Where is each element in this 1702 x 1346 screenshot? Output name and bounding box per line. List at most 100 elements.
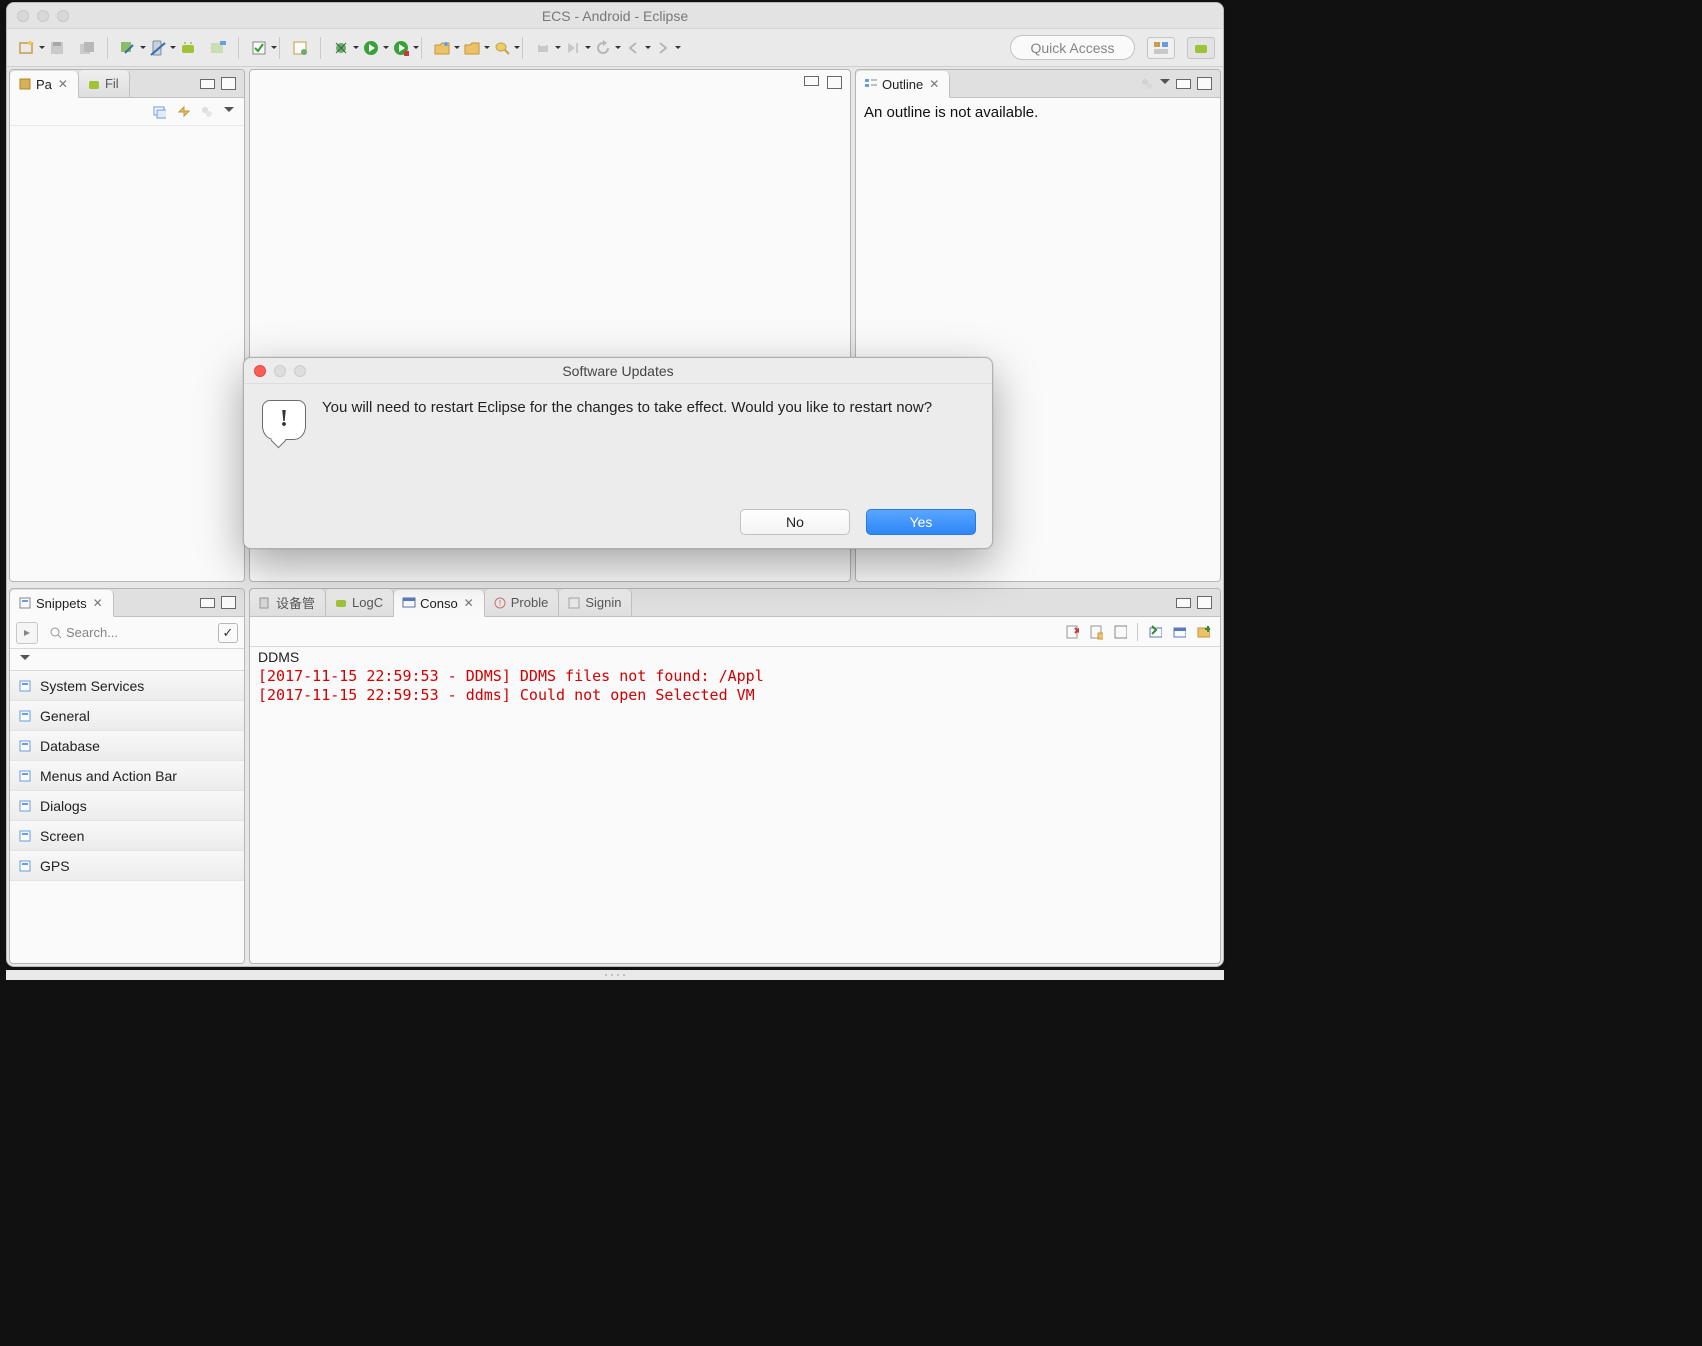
maximize-view-icon[interactable] [1197,596,1212,609]
magnifier-icon [50,627,62,639]
save-all-icon[interactable] [75,36,99,60]
snippet-icon [18,829,32,843]
quick-access-field[interactable]: Quick Access [1010,35,1135,60]
signin-icon [567,596,581,610]
titlebar: ECS - Android - Eclipse [7,3,1223,29]
snippets-collapse-icon[interactable] [20,655,30,665]
back-icon[interactable] [621,36,645,60]
new-wizard-icon[interactable] [15,36,39,60]
minimize-view-icon[interactable] [200,598,215,608]
maximize-editor-icon[interactable] [827,76,842,89]
maximize-view-icon[interactable] [1197,77,1212,90]
minimize-view-icon[interactable] [1176,598,1191,608]
snippet-label: GPS [40,858,70,874]
snippet-category[interactable]: Dialogs [10,791,244,821]
bottom-panel: 设备管 LogC Conso ✕ ! Proble Signin [249,588,1221,964]
yes-button[interactable]: Yes [866,509,976,535]
pin-console-icon[interactable] [1113,625,1127,639]
run-icon[interactable] [359,36,383,60]
tab-label: Outline [882,77,923,92]
tab-label: Signin [585,595,621,610]
tab-label: Pa [36,77,52,92]
open-perspective-icon[interactable] [1147,37,1175,59]
clear-console-icon[interactable] [1065,625,1079,639]
sash-handle[interactable] [6,970,1224,980]
snippet-category[interactable]: Menus and Action Bar [10,761,244,791]
view-menu-icon[interactable] [224,107,234,117]
tab-devices[interactable]: 设备管 [250,589,326,616]
checkbox-icon[interactable] [247,36,271,60]
android-icon[interactable] [176,36,200,60]
tab-label: LogC [352,595,383,610]
new-console-icon[interactable] [1196,625,1210,639]
svg-text:!: ! [499,599,501,608]
print-icon[interactable] [531,36,555,60]
open-project-icon[interactable] [460,36,484,60]
snippet-icon [18,739,32,753]
close-icon[interactable]: ✕ [58,77,68,91]
view-menu-icon[interactable] [1160,79,1170,89]
display-selected-console-icon[interactable] [1148,625,1162,639]
run-last-icon[interactable] [389,36,413,60]
outline-link-icon[interactable] [1140,77,1154,91]
snippet-label: General [40,708,90,724]
new-project-icon[interactable] [430,36,454,60]
filters-icon[interactable] [200,105,214,119]
debug-icon[interactable] [329,36,353,60]
close-icon[interactable]: ✕ [93,596,103,610]
minimize-view-icon[interactable] [200,79,215,89]
tab-outline[interactable]: Outline ✕ [856,71,950,98]
maximize-view-icon[interactable] [221,596,236,609]
snippet-category[interactable]: GPS [10,851,244,881]
lint-icon[interactable] [206,36,230,60]
snippets-search-input[interactable]: Search... [44,622,212,644]
refresh-icon[interactable] [591,36,615,60]
tab-problems[interactable]: ! Proble [485,589,560,616]
snippet-icon [18,859,32,873]
snippet-label: Dialogs [40,798,87,814]
minimize-view-icon[interactable] [1176,79,1191,89]
tab-package-explorer[interactable]: Pa ✕ [10,71,79,98]
tab-label: 设备管 [276,593,315,612]
no-button[interactable]: No [740,509,850,535]
snippet-category[interactable]: System Services [10,671,244,701]
close-icon[interactable]: ✕ [464,596,474,610]
avd-manager-icon[interactable] [146,36,170,60]
maximize-view-icon[interactable] [221,77,236,90]
minimize-editor-icon[interactable] [804,76,819,86]
console-output: [2017-11-15 22:59:53 - DDMS] DDMS files … [250,667,1220,705]
snippet-category[interactable]: General [10,701,244,731]
scroll-lock-icon[interactable] [1089,625,1103,639]
android-perspective-icon[interactable] [1187,37,1215,59]
toggle-checkbox[interactable]: ✓ [218,623,238,643]
snippet-category[interactable]: Database [10,731,244,761]
open-console-icon[interactable] [1172,625,1186,639]
sdk-manager-icon[interactable] [116,36,140,60]
tab-signin[interactable]: Signin [559,589,632,616]
expand-icon[interactable] [16,622,38,644]
snippet-category[interactable]: Screen [10,821,244,851]
logcat-icon [334,596,348,610]
tab-logcat[interactable]: LogC [326,589,394,616]
package-explorer-content [10,126,244,581]
snippet-label: Menus and Action Bar [40,768,177,784]
close-icon[interactable]: ✕ [929,77,939,91]
tab-snippets[interactable]: Snippets ✕ [10,590,114,617]
search-placeholder: Search... [66,625,118,640]
snippet-icon [18,769,32,783]
snippet-label: Database [40,738,100,754]
snippet-label: System Services [40,678,144,694]
console-title: DDMS [250,647,1220,667]
new-java-class-icon[interactable] [288,36,312,60]
forward-icon[interactable] [651,36,675,60]
link-editor-icon[interactable] [176,105,190,119]
save-icon[interactable] [45,36,69,60]
tab-label: Proble [511,595,549,610]
skip-icon[interactable] [561,36,585,60]
search-icon[interactable] [490,36,514,60]
tab-console[interactable]: Conso ✕ [394,590,485,617]
tab-file-explorer[interactable]: Fil [79,70,130,97]
android-icon [87,77,101,91]
collapse-all-icon[interactable] [152,105,166,119]
package-explorer-view: Pa ✕ Fil [9,69,245,582]
